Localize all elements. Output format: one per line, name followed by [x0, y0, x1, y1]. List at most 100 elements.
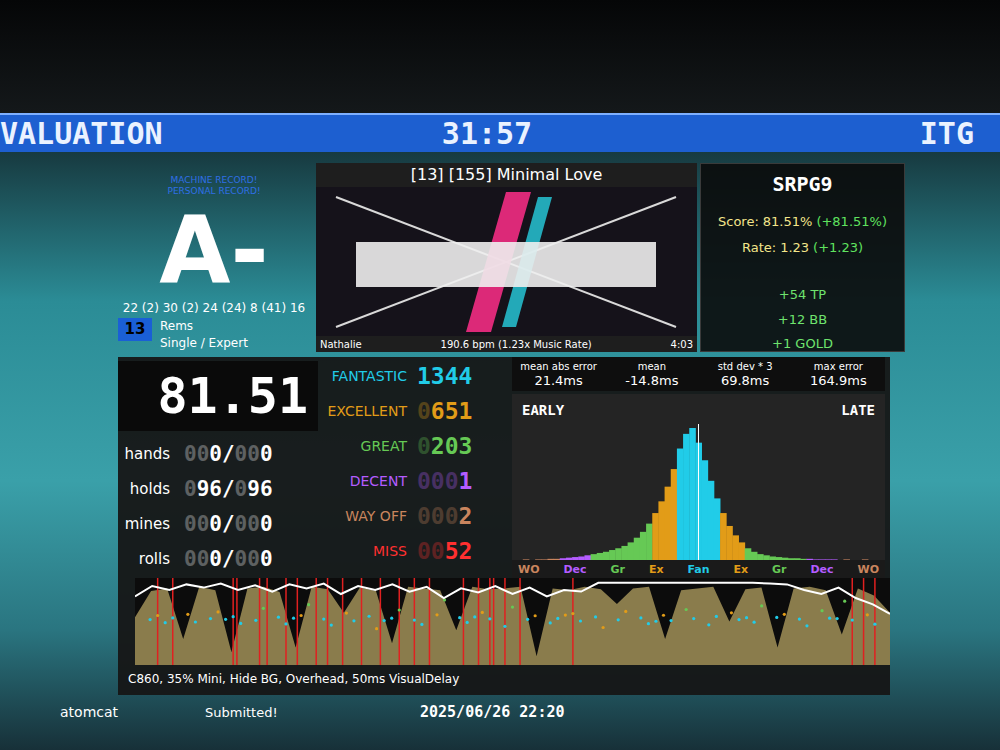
- stat-value: 69.8ms: [721, 374, 769, 388]
- miss-line: [863, 578, 865, 665]
- timing-point: [556, 617, 559, 620]
- zero-line: [698, 424, 699, 560]
- miss-line: [493, 578, 495, 665]
- histogram-bar: [658, 501, 665, 560]
- banner-art: [316, 187, 697, 336]
- miss-line: [285, 578, 287, 665]
- miss-line: [463, 578, 465, 665]
- timing-point: [466, 621, 469, 624]
- stat-label: mean abs error: [520, 360, 597, 374]
- axis-label: Gr: [772, 564, 786, 575]
- timing-point: [737, 618, 740, 621]
- histogram-bar: [621, 546, 628, 560]
- judgment-label: MISS: [318, 541, 407, 562]
- miss-line: [236, 578, 238, 665]
- timing-point: [866, 613, 869, 616]
- event-rewards: +54 TP+12 BB+1 GOLD: [772, 285, 833, 354]
- timing-stat: mean abs error21.4ms: [512, 357, 605, 391]
- axis-label: Gr: [610, 564, 624, 575]
- timing-point: [828, 617, 831, 620]
- histogram-bar: [726, 526, 733, 560]
- judgment-count: 0052: [417, 538, 472, 564]
- histogram-bar: [615, 548, 622, 560]
- timing-point: [624, 610, 627, 613]
- evaluation-screen: VALUATION31:57ITGMACHINE RECORD!PERSONAL…: [0, 0, 1000, 750]
- timing-point: [262, 607, 265, 610]
- miss-line: [172, 578, 174, 665]
- record-label: PERSONAL RECORD!: [167, 186, 260, 197]
- histogram-bar: [745, 548, 752, 560]
- event-lines: Score:81.51%(+81.51%)Rate:1.23(+1.23): [718, 212, 887, 257]
- histogram-bar: [714, 498, 721, 560]
- miss-line: [489, 578, 491, 665]
- counter-value: 000/000: [184, 547, 273, 571]
- stat-value: -14.8ms: [625, 374, 678, 388]
- timing-point: [481, 611, 484, 614]
- late-label: LATE: [841, 400, 875, 421]
- timing-stat: max error164.9ms: [792, 357, 885, 391]
- stepchart-info: 13RemsSingle / Expert: [118, 318, 310, 352]
- counter-row: hands000/000: [118, 437, 318, 472]
- event-line: Rate:1.23(+1.23): [742, 238, 863, 258]
- timing-histogram: [512, 424, 885, 560]
- judgment-label: DECENT: [318, 471, 407, 492]
- timing-point: [292, 617, 295, 620]
- song-length: 4:03: [671, 337, 693, 352]
- timing-point: [284, 622, 287, 625]
- timing-point: [836, 617, 839, 620]
- histogram-bar: [689, 428, 696, 560]
- timing-point: [843, 600, 846, 603]
- timing-point: [383, 619, 386, 622]
- timing-point: [149, 618, 152, 621]
- axis-label: Fan: [687, 564, 709, 575]
- miss-line: [429, 578, 431, 665]
- miss-line: [380, 578, 382, 665]
- histogram-bar: [628, 542, 635, 560]
- timing-stat: mean-14.8ms: [605, 357, 698, 391]
- miss-line: [361, 578, 363, 665]
- histogram-bar: [671, 469, 678, 560]
- timing-point: [488, 617, 491, 620]
- timing-point: [564, 613, 567, 616]
- timing-point: [232, 615, 235, 618]
- modifiers: C860, 35% Mini, Hide BG, Overhead, 50ms …: [118, 665, 890, 688]
- timing-point: [753, 621, 756, 624]
- stepchart-text: RemsSingle / Expert: [160, 318, 248, 352]
- miss-line: [259, 578, 261, 665]
- counter-label: mines: [118, 513, 170, 536]
- axis-label: Dec: [563, 564, 586, 575]
- monitor-bezel: [0, 0, 1000, 113]
- stat-label: mean: [638, 360, 666, 374]
- event-reward: +1 GOLD: [772, 334, 833, 354]
- histogram-bar: [739, 542, 746, 560]
- score-column: 81.51hands000/000holds096/096mines000/00…: [118, 357, 318, 578]
- judgment-label: FANTASTIC: [318, 366, 407, 387]
- counter-list: hands000/000holds096/096mines000/000roll…: [118, 431, 318, 577]
- counter-label: rolls: [118, 548, 170, 571]
- top-row: MACHINE RECORD!PERSONAL RECORD!A-22 (2) …: [0, 152, 1000, 352]
- timing-point: [526, 618, 529, 621]
- timing-point: [307, 603, 310, 606]
- record-label: MACHINE RECORD!: [171, 175, 258, 186]
- judgment-row: WAY OFF0002: [318, 499, 512, 534]
- timing-point: [783, 613, 786, 616]
- density-area: [135, 587, 890, 665]
- record-labels: MACHINE RECORD!PERSONAL RECORD!: [167, 175, 260, 197]
- timing-point: [594, 615, 597, 618]
- histogram-axis: WODecGrExFanExGrDecWO: [512, 560, 885, 578]
- counter-value: 096/096: [184, 477, 273, 501]
- stat-label: std dev * 3: [718, 360, 773, 374]
- session-timer: 31:57: [442, 119, 532, 149]
- timing-point: [685, 608, 688, 611]
- judgment-row: GREAT0203: [318, 429, 512, 464]
- histogram-bar: [683, 434, 690, 560]
- song-info-strip: Nathalie190.6 bpm (1.23x Music Rate)4:03: [316, 336, 697, 352]
- event-panel: SRPG9Score:81.51%(+81.51%)Rate:1.23(+1.2…: [700, 163, 905, 352]
- judgment-row: EXCELLENT0651: [318, 394, 512, 429]
- stepchart-name: Rems: [160, 318, 248, 335]
- grade-column: MACHINE RECORD!PERSONAL RECORD!A-22 (2) …: [118, 163, 310, 352]
- timing-point: [775, 616, 778, 619]
- histogram-bar: [634, 538, 641, 560]
- timing-point: [662, 614, 665, 617]
- histogram-bar: [732, 535, 739, 560]
